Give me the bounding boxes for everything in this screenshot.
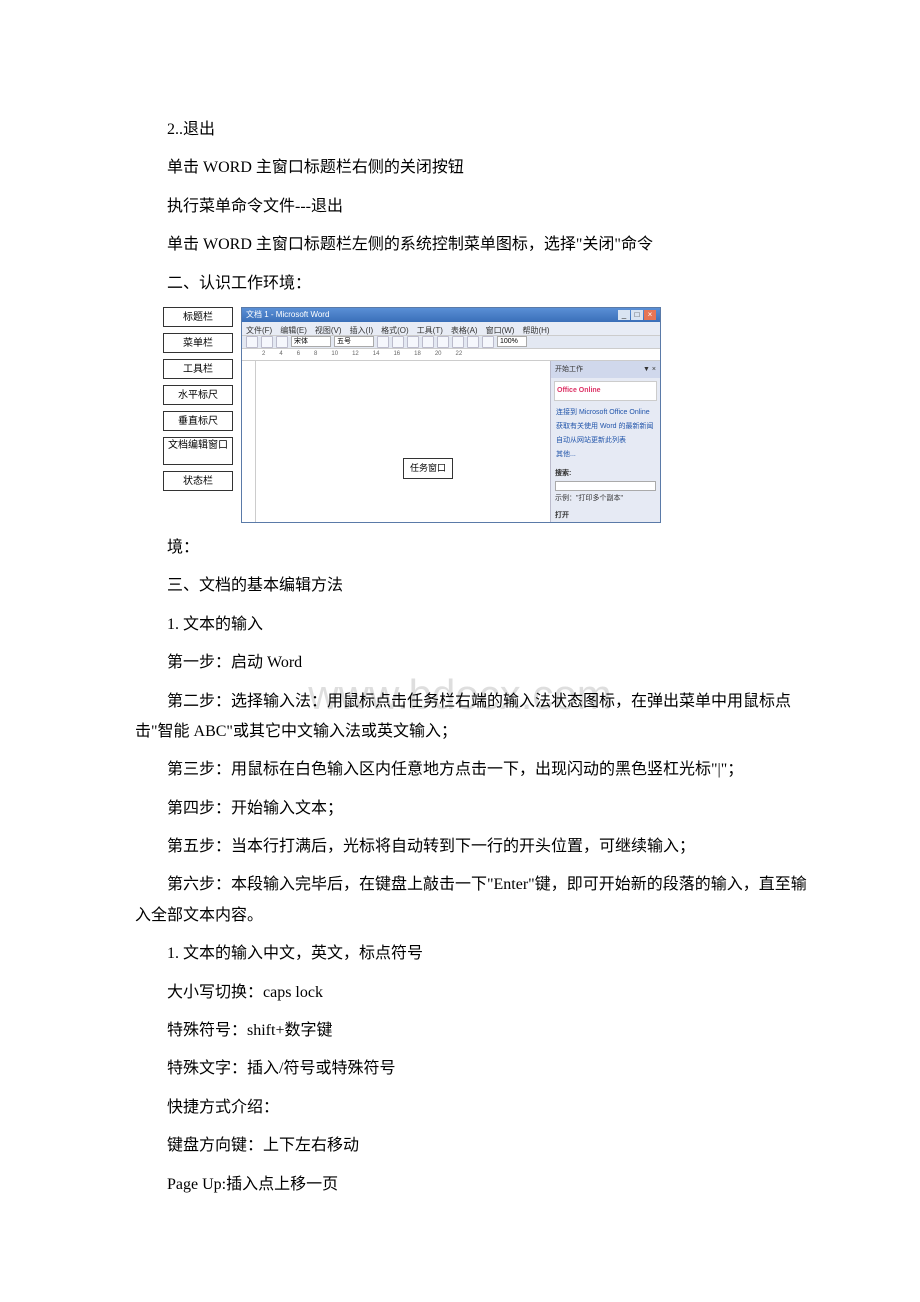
vertical-ruler: [242, 361, 256, 523]
tp-link: 自动从网站更新此列表: [556, 434, 655, 447]
ruler-mark: 4: [279, 349, 282, 360]
para-section-2-heading: 二、认识工作环境：: [135, 269, 815, 299]
ruler-mark: 8: [314, 349, 317, 360]
word-toolbar: 宋体 五号 100%: [242, 336, 660, 349]
task-pane-links: 连接到 Microsoft Office Online 获取有关使用 Word …: [551, 404, 660, 465]
para-special-chars: 特殊文字：插入/符号或特殊符号: [135, 1054, 815, 1084]
para-system-menu-close: 单击 WORD 主窗口标题栏左侧的系统控制菜单图标，选择"关闭"命令: [135, 230, 815, 260]
toolbar-icon: [467, 336, 479, 348]
tp-link: 获取有关使用 Word 的最新新闻: [556, 420, 655, 433]
ruler-mark: 16: [393, 349, 400, 360]
task-pane-search: 搜索: 示例："打印多个副本": [551, 465, 660, 508]
callout-menu-bar: 菜单栏: [163, 333, 233, 353]
ruler-mark: 18: [414, 349, 421, 360]
bold-icon: [377, 336, 389, 348]
menu-window: 窗口(W): [486, 323, 515, 334]
para-step-1: 第一步：启动 Word: [135, 648, 815, 678]
toolbar-icon: [452, 336, 464, 348]
para-step-2: 第二步：选择输入法：用鼠标点击任务栏右端的输入法状态图标，在弹出菜单中用鼠标点击…: [135, 687, 815, 748]
search-input-graphic: [555, 481, 656, 491]
ruler-mark: 10: [331, 349, 338, 360]
italic-icon: [392, 336, 404, 348]
para-caps-lock: 大小写切换：caps lock: [135, 978, 815, 1008]
menu-format: 格式(O): [381, 323, 409, 334]
window-controls: _ □ ×: [618, 310, 656, 320]
task-pane-title: 开始工作: [555, 363, 583, 376]
search-label: 搜索:: [555, 467, 656, 480]
word-ui-diagram: 标题栏 菜单栏 工具栏 水平标尺 垂直标尺 文档编辑窗口 状态栏 文档 1 - …: [163, 307, 815, 523]
callout-task-pane: 任务窗口: [403, 458, 453, 479]
toolbar-icon: [437, 336, 449, 348]
callout-v-ruler: 垂直标尺: [163, 411, 233, 431]
menu-tools: 工具(T): [417, 323, 443, 334]
callout-title-bar: 标题栏: [163, 307, 233, 327]
toolbar-icon: [276, 336, 288, 348]
para-page-up: Page Up:插入点上移一页: [135, 1170, 815, 1200]
open-label: 打开: [555, 509, 656, 522]
menu-insert: 插入(I): [350, 323, 374, 334]
toolbar-icon: [246, 336, 258, 348]
word-window: 文档 1 - Microsoft Word _ □ × 文件(F) 编辑(E) …: [241, 307, 661, 523]
ruler-mark: 20: [435, 349, 442, 360]
callout-status-bar: 状态栏: [163, 471, 233, 491]
toolbar-icon: [261, 336, 273, 348]
document-edit-area: 任务窗口: [256, 361, 550, 523]
word-menu-bar: 文件(F) 编辑(E) 视图(V) 插入(I) 格式(O) 工具(T) 表格(A…: [242, 322, 660, 336]
toolbar-icon: [482, 336, 494, 348]
task-pane-header: 开始工作 ▼ ×: [551, 361, 660, 378]
ruler-mark: 6: [297, 349, 300, 360]
para-step-3: 第三步：用鼠标在白色输入区内任意地方点击一下，出现闪动的黑色竖杠光标"|"；: [135, 755, 815, 785]
para-section-3-heading: 三、文档的基本编辑方法: [135, 571, 815, 601]
word-title-bar: 文档 1 - Microsoft Word _ □ ×: [242, 308, 660, 322]
para-step-5: 第五步：当本行打满后，光标将自动转到下一行的开头位置，可继续输入；: [135, 832, 815, 862]
callout-h-ruler: 水平标尺: [163, 385, 233, 405]
task-pane-close-icon: ▼ ×: [643, 363, 656, 376]
para-step-4: 第四步：开始输入文本；: [135, 794, 815, 824]
para-close-button: 单击 WORD 主窗口标题栏右侧的关闭按钮: [135, 153, 815, 183]
ruler-mark: 14: [373, 349, 380, 360]
tp-link: 其他...: [556, 448, 655, 461]
font-select: 宋体: [291, 336, 331, 347]
para-file-exit: 执行菜单命令文件---退出: [135, 192, 815, 222]
menu-file: 文件(F): [246, 323, 272, 334]
word-title-text: 文档 1 - Microsoft Word: [246, 307, 329, 322]
menu-edit: 编辑(E): [280, 323, 307, 334]
para-text-input-lang: 1. 文本的输入中文，英文，标点符号: [135, 939, 815, 969]
ruler-mark: 12: [352, 349, 359, 360]
task-pane-open: 打开 2.1 中文版Word 2003概述.doc 2.6修订.doc 2.7文…: [551, 507, 660, 523]
para-special-symbols: 特殊符号：shift+数字键: [135, 1016, 815, 1046]
office-online-text: Office Online: [557, 387, 601, 394]
toolbar-icon: [422, 336, 434, 348]
para-shortcuts-heading: 快捷方式介绍：: [135, 1093, 815, 1123]
minimize-icon: _: [618, 310, 630, 320]
size-select: 五号: [334, 336, 374, 347]
menu-view: 视图(V): [315, 323, 342, 334]
horizontal-ruler: 2 4 6 8 10 12 14 16 18 20 22: [242, 349, 660, 361]
para-arrow-keys: 键盘方向键：上下左右移动: [135, 1131, 815, 1161]
tp-link: 连接到 Microsoft Office Online: [556, 406, 655, 419]
para-text-input-heading: 1. 文本的输入: [135, 610, 815, 640]
office-online-logo: Office Online: [554, 381, 657, 400]
para-step-6: 第六步：本段输入完毕后，在键盘上敲击一下"Enter"键，即可开始新的段落的输入…: [135, 870, 815, 931]
maximize-icon: □: [631, 310, 643, 320]
para-exit-heading: 2..退出: [135, 115, 815, 145]
menu-table: 表格(A): [451, 323, 478, 334]
ruler-mark: 22: [456, 349, 463, 360]
search-example: 示例："打印多个副本": [555, 492, 656, 505]
menu-help: 帮助(H): [522, 323, 549, 334]
underline-icon: [407, 336, 419, 348]
para-env-cont: 境：: [135, 533, 815, 563]
callout-toolbar: 工具栏: [163, 359, 233, 379]
ruler-mark: 2: [262, 349, 265, 360]
callout-doc-edit: 文档编辑窗口: [163, 437, 233, 465]
zoom-select: 100%: [497, 336, 527, 347]
close-icon: ×: [644, 310, 656, 320]
diagram-callout-labels: 标题栏 菜单栏 工具栏 水平标尺 垂直标尺 文档编辑窗口 状态栏: [163, 307, 233, 523]
word-body: 任务窗口 开始工作 ▼ × Office Online 连接到 Microsof…: [242, 361, 660, 523]
task-pane: 开始工作 ▼ × Office Online 连接到 Microsoft Off…: [550, 361, 660, 523]
